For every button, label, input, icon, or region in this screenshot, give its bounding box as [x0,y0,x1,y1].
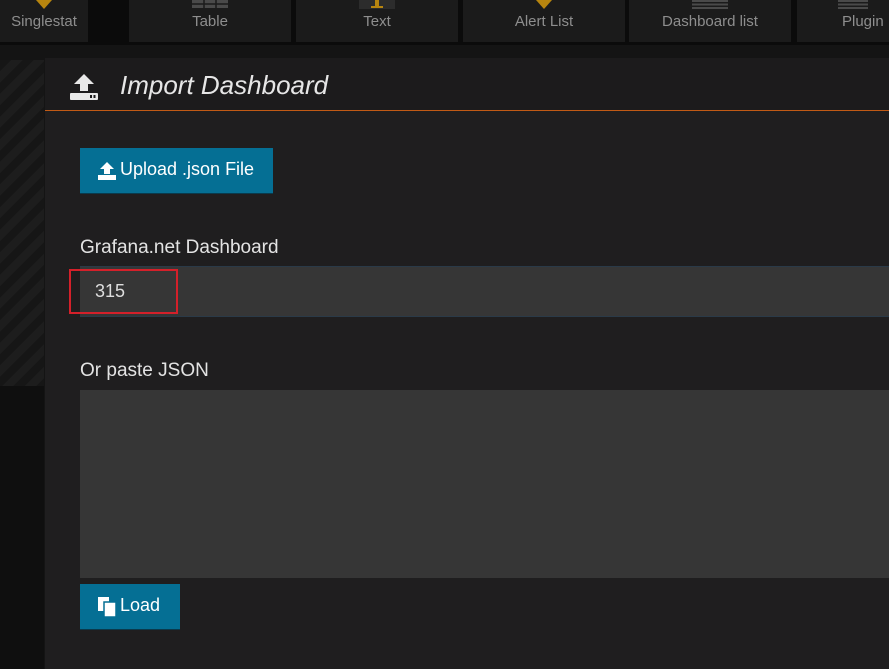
modal-title: Import Dashboard [120,70,329,100]
panel-type-dashboard-list[interactable]: Dashboard list [629,0,791,42]
grafana-net-dashboard-input[interactable] [80,266,889,317]
panel-type-table[interactable]: Table [129,0,291,42]
paste-json-textarea[interactable] [80,390,889,578]
grafana-net-label: Grafana.net Dashboard [80,237,279,258]
panel-type-singlestat[interactable]: Singlestat [0,0,88,42]
load-button-label: Load [120,595,161,615]
panel-type-alert-list[interactable]: Alert List [463,0,625,42]
panel-type-label: Alert List [514,13,574,30]
alert-list-icon [536,0,552,9]
panel-type-label: Singlestat [11,13,77,30]
load-button[interactable]: Load [80,584,180,629]
dashboard-list-icon [692,0,728,9]
panel-type-label: Text [363,13,391,30]
table-icon [192,0,228,8]
panel-type-label: Table [192,13,228,30]
upload-icon [98,162,116,180]
upload-icon [70,74,98,100]
panel-type-label: Dashboard list [662,13,758,30]
panel-type-text[interactable]: Text [296,0,458,42]
upload-button-label: Upload .json File [120,159,255,179]
panel-type-plugin[interactable]: Plugin [797,0,889,42]
background-pattern [0,60,44,386]
background-strip [0,386,44,669]
plugin-icon [838,0,868,9]
modal-header: Import Dashboard [45,58,889,111]
panel-type-bar: Singlestat Table Text Alert List Dashboa… [0,0,889,45]
singlestat-icon [36,0,52,9]
upload-json-button[interactable]: Upload .json File [80,148,273,193]
panel-type-label: Plugin [842,13,884,30]
text-icon [359,0,395,9]
import-dashboard-modal: Import Dashboard Upload .json File Grafa… [45,58,889,669]
copy-icon [98,597,116,617]
paste-json-label: Or paste JSON [80,360,209,381]
